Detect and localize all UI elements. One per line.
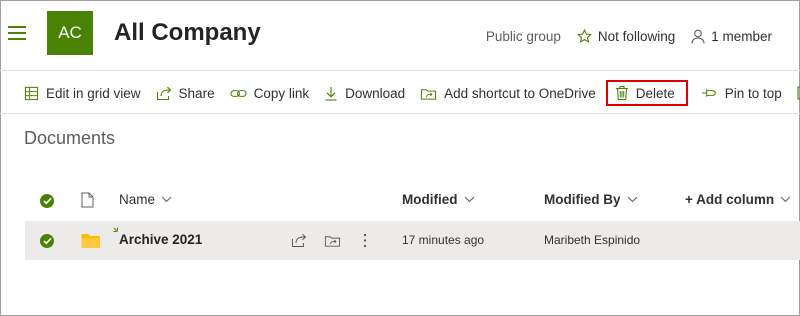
window-frame (0, 0, 800, 316)
edit-grid-view-button[interactable]: Edit in grid view (24, 86, 141, 101)
modified-by-cell[interactable]: Maribeth Espinido (544, 233, 640, 247)
delete-button[interactable]: Delete (605, 80, 688, 106)
chevron-down-icon (627, 196, 637, 203)
download-button[interactable]: Download (324, 86, 405, 101)
commandbar-divider (0, 113, 800, 114)
shortcut-icon[interactable] (324, 233, 341, 248)
folder-icon (81, 234, 100, 248)
column-modified-by-label: Modified By (544, 192, 621, 207)
site-header-actions: Public group Not following 1 member (470, 29, 772, 44)
add-column-label: + Add column (685, 192, 775, 207)
delete-label: Delete (635, 85, 675, 101)
column-modified-label: Modified (402, 192, 458, 207)
share-button[interactable]: Share (156, 86, 215, 101)
copy-link-label: Copy link (253, 85, 310, 101)
download-icon (325, 86, 337, 101)
item-name-link[interactable]: Archive 2021 (119, 232, 202, 247)
file-type-header[interactable] (81, 192, 94, 208)
add-column-button[interactable]: + Add column (685, 192, 791, 207)
members-label: 1 member (711, 29, 772, 44)
more-options-icon[interactable] (363, 233, 367, 248)
header-divider (0, 70, 800, 71)
chevron-down-icon (780, 196, 791, 203)
check-circle-icon (40, 234, 54, 248)
add-shortcut-button[interactable]: Add shortcut to OneDrive (420, 86, 596, 101)
site-avatar: AC (47, 11, 93, 55)
download-label: Download (345, 85, 406, 101)
members-button[interactable]: 1 member (691, 29, 772, 44)
share-icon (156, 86, 171, 100)
privacy-text: Public group (485, 29, 561, 44)
follow-label: Not following (597, 29, 676, 44)
edit-grid-view-label: Edit in grid view (46, 85, 141, 101)
privacy-label: Public group (486, 29, 561, 44)
site-title[interactable]: All Company (114, 19, 261, 47)
pin-icon (701, 89, 716, 97)
shortcut-icon (421, 88, 437, 100)
pin-to-top-button[interactable]: Pin to top (701, 86, 782, 101)
share-icon[interactable] (291, 233, 307, 248)
hamburger-menu-icon[interactable] (8, 26, 26, 40)
modified-cell: 17 minutes ago (402, 233, 485, 247)
column-header-modified-by[interactable]: Modified By (544, 192, 638, 207)
person-icon (691, 29, 705, 44)
chevron-down-icon (161, 196, 172, 203)
table-row[interactable]: Archive 2021 17 minutes ago Maribeth Esp… (25, 221, 800, 260)
check-circle-icon (40, 194, 54, 208)
row-checkbox[interactable] (40, 234, 54, 248)
add-shortcut-label: Add shortcut to OneDrive (444, 85, 596, 101)
command-bar: Edit in grid view Share Copy link Downlo… (24, 78, 800, 108)
select-all-checkbox[interactable] (40, 194, 54, 208)
copy-link-button[interactable]: Copy link (230, 85, 310, 101)
trash-icon (615, 85, 628, 101)
link-icon (230, 89, 247, 97)
column-name-label: Name (119, 192, 156, 207)
document-icon (81, 192, 94, 208)
star-icon (576, 29, 592, 43)
follow-button[interactable]: Not following (576, 29, 676, 44)
share-label: Share (178, 85, 215, 101)
column-header-name[interactable]: Name (119, 192, 172, 207)
avatar-initials: AC (58, 23, 82, 42)
column-header-modified[interactable]: Modified (402, 192, 475, 207)
library-title: Documents (24, 128, 116, 148)
pin-to-top-label: Pin to top (724, 85, 782, 101)
chevron-down-icon (464, 196, 474, 203)
grid-icon (24, 86, 39, 100)
